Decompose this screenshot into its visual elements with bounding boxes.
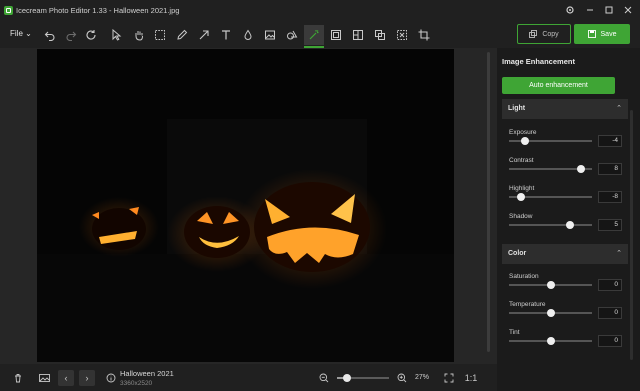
chevron-up-icon: ⌃ bbox=[616, 105, 622, 112]
marquee-icon[interactable] bbox=[150, 25, 170, 45]
save-label: Save bbox=[600, 30, 617, 38]
actual-size-button[interactable]: 1:1 bbox=[463, 370, 479, 386]
info-icon[interactable] bbox=[103, 370, 119, 386]
slider-track[interactable] bbox=[509, 221, 592, 229]
chevron-up-icon: ⌃ bbox=[616, 250, 622, 257]
file-name: Halloween 2021 bbox=[120, 369, 174, 378]
select-icon[interactable] bbox=[392, 25, 412, 45]
slider-value-input[interactable]: 0 bbox=[598, 279, 622, 291]
slider-track[interactable] bbox=[509, 281, 592, 289]
auto-enhancement-button[interactable]: Auto enhancement bbox=[502, 77, 615, 94]
copy-icon bbox=[529, 30, 538, 38]
file-dimensions: 3360x2520 bbox=[120, 380, 153, 387]
slider-value-input[interactable]: -4 bbox=[598, 135, 622, 147]
slider-value-input[interactable]: 0 bbox=[598, 335, 622, 347]
slider-label: Tint bbox=[509, 329, 520, 336]
minimize-icon[interactable] bbox=[584, 5, 596, 17]
pumpkin-medium bbox=[184, 206, 250, 258]
redo-icon[interactable] bbox=[61, 25, 81, 45]
slider-value-input[interactable]: -8 bbox=[598, 191, 622, 203]
arrow-icon[interactable] bbox=[194, 25, 214, 45]
slider-label: Temperature bbox=[509, 301, 546, 308]
crop-icon[interactable] bbox=[414, 25, 434, 45]
slider-track[interactable] bbox=[509, 337, 592, 345]
collage-icon[interactable] bbox=[348, 25, 368, 45]
section-color-header[interactable]: Color ⌃ bbox=[502, 244, 628, 264]
gear-icon[interactable] bbox=[564, 5, 576, 17]
slider-label: Contrast bbox=[509, 157, 534, 164]
panel-title: Image Enhancement bbox=[502, 57, 575, 66]
slider-track[interactable] bbox=[509, 193, 592, 201]
zoom-out-icon[interactable] bbox=[316, 370, 332, 386]
frame-icon[interactable] bbox=[326, 25, 346, 45]
image-icon[interactable] bbox=[260, 25, 280, 45]
title-bar: Icecream Photo Editor 1.33 - Halloween 2… bbox=[0, 0, 640, 22]
slider-thumb[interactable] bbox=[546, 337, 555, 345]
maximize-icon[interactable] bbox=[603, 5, 615, 17]
chevron-left-icon: ‹ bbox=[64, 373, 68, 383]
section-light-header[interactable]: Light ⌃ bbox=[502, 99, 628, 119]
slider-thumb[interactable] bbox=[565, 221, 574, 229]
slider-value-input[interactable]: 0 bbox=[598, 307, 622, 319]
drop-icon[interactable] bbox=[238, 25, 258, 45]
copy-label: Copy bbox=[542, 30, 559, 38]
file-menu-label: File bbox=[10, 29, 23, 38]
pointer-icon[interactable] bbox=[106, 25, 126, 45]
slider-track[interactable] bbox=[509, 309, 592, 317]
file-menu[interactable]: File ⌄ bbox=[10, 29, 32, 38]
slider-thumb[interactable] bbox=[520, 137, 529, 145]
pumpkin-large bbox=[254, 182, 370, 272]
photo-preview[interactable] bbox=[37, 49, 454, 362]
prev-button[interactable]: ‹ bbox=[58, 370, 74, 386]
refresh-icon[interactable] bbox=[81, 25, 101, 45]
shape-icon[interactable] bbox=[282, 25, 302, 45]
actual-size-label: 1:1 bbox=[464, 373, 478, 383]
gallery-icon[interactable] bbox=[36, 370, 52, 386]
undo-icon[interactable] bbox=[40, 25, 60, 45]
magic-wand-icon[interactable] bbox=[304, 25, 324, 48]
section-color-label: Color bbox=[508, 250, 527, 257]
app-logo-icon bbox=[4, 6, 13, 15]
copy-button[interactable]: Copy bbox=[517, 24, 571, 44]
slider-thumb[interactable] bbox=[546, 281, 555, 289]
section-light-label: Light bbox=[508, 105, 526, 112]
trash-icon[interactable] bbox=[10, 370, 26, 386]
next-button[interactable]: › bbox=[79, 370, 95, 386]
pencil-icon[interactable] bbox=[172, 25, 192, 45]
zoom-level: 27% bbox=[415, 374, 430, 381]
slider-value-input[interactable]: 8 bbox=[598, 163, 622, 175]
slider-track[interactable] bbox=[509, 137, 592, 145]
slider-track[interactable] bbox=[509, 165, 592, 173]
window-title: Icecream Photo Editor 1.33 - Halloween 2… bbox=[16, 6, 180, 15]
slider-value-input[interactable]: 5 bbox=[598, 219, 622, 231]
text-icon[interactable] bbox=[216, 25, 236, 45]
slider-label: Shadow bbox=[509, 213, 533, 220]
chevron-down-icon: ⌄ bbox=[25, 29, 32, 38]
slider-label: Saturation bbox=[509, 273, 539, 280]
slider-thumb[interactable] bbox=[546, 309, 555, 317]
slider-label: Exposure bbox=[509, 129, 537, 136]
zoom-in-icon[interactable] bbox=[394, 370, 410, 386]
save-icon bbox=[587, 30, 596, 38]
save-button[interactable]: Save bbox=[574, 24, 630, 44]
canvas-scrollbar[interactable] bbox=[487, 52, 490, 352]
slider-thumb[interactable] bbox=[516, 193, 525, 201]
zoom-slider[interactable] bbox=[337, 374, 389, 382]
chevron-right-icon: › bbox=[85, 373, 89, 383]
panel-scrollbar[interactable] bbox=[630, 110, 633, 360]
slider-label: Highlight bbox=[509, 185, 535, 192]
layers-icon[interactable] bbox=[370, 25, 390, 45]
hand-icon[interactable] bbox=[129, 25, 149, 45]
fit-screen-icon[interactable] bbox=[441, 370, 457, 386]
close-icon[interactable] bbox=[622, 5, 634, 17]
